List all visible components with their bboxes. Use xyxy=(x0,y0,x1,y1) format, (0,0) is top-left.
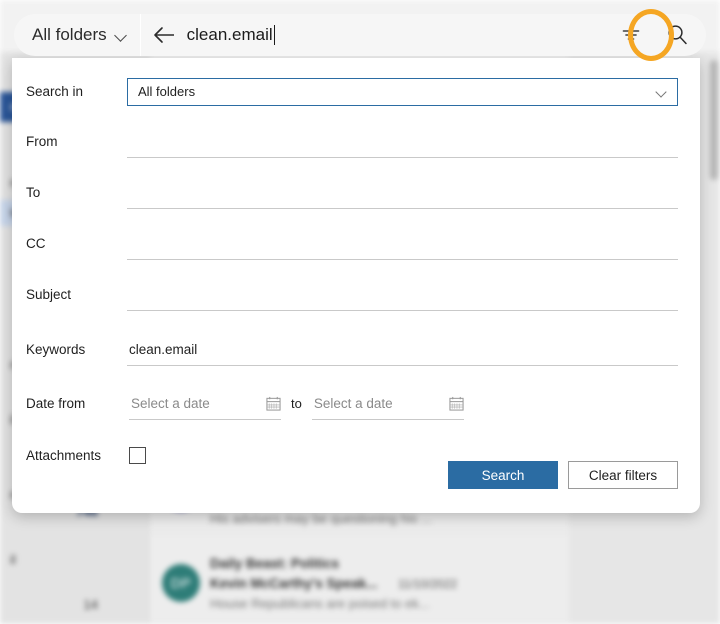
search-input[interactable]: clean.email xyxy=(187,14,610,56)
search-in-dropdown[interactable]: All folders xyxy=(127,77,678,106)
date-from-placeholder-text: Select a date xyxy=(131,395,210,411)
to-label: To xyxy=(26,185,41,200)
cc-label: CC xyxy=(26,236,46,251)
row-cc: CC xyxy=(12,218,700,269)
subject-label: Subject xyxy=(26,287,72,302)
text-caret xyxy=(273,25,276,45)
from-label: From xyxy=(26,134,58,149)
sidebar-item-5: il xyxy=(10,552,16,567)
folder-scope-label: All folders xyxy=(32,25,107,44)
attachments-label: Attachments xyxy=(26,448,102,463)
keywords-input[interactable] xyxy=(127,333,678,366)
chevron-down-icon xyxy=(115,31,128,39)
mail-preview: House Republicans are poised to ek... xyxy=(210,596,430,611)
mail-subject: Kevin McCarthy's Speak... xyxy=(210,576,378,591)
folder-scope-dropdown[interactable]: All folders xyxy=(14,14,140,56)
from-input[interactable] xyxy=(127,125,678,158)
calendar-icon[interactable] xyxy=(266,396,281,411)
date-to-field[interactable]: Select a date xyxy=(311,387,464,420)
attachments-checkbox[interactable] xyxy=(129,447,146,464)
avatar: DP xyxy=(162,564,200,602)
date-from-field[interactable]: Select a date xyxy=(129,387,281,420)
search-query-text: clean.email xyxy=(186,25,273,44)
search-bar: All folders clean.email xyxy=(14,14,706,56)
calendar-icon[interactable] xyxy=(449,396,464,411)
row-subject: Subject xyxy=(12,269,700,320)
cc-input[interactable] xyxy=(127,227,678,260)
row-keywords: Keywords xyxy=(12,324,700,375)
search-in-value: All folders xyxy=(138,84,196,99)
row-to: To xyxy=(12,167,700,218)
panel-action-buttons: Search Clear filters xyxy=(448,461,678,489)
clear-filters-button[interactable]: Clear filters xyxy=(568,461,678,489)
date-from-label: Date from xyxy=(26,396,86,411)
subject-input[interactable] xyxy=(127,278,678,311)
date-to-placeholder-text: Select a date xyxy=(313,395,393,411)
mail-sender: Daily Beast: Politics xyxy=(210,556,340,571)
advanced-search-panel: Search in All folders From To CC Subject xyxy=(12,58,700,513)
sidebar-count-bottom: 14 xyxy=(83,597,98,612)
background-mail-row-1: DP Daily Beast: Politics Kevin McCarthy'… xyxy=(148,546,568,624)
row-date: Date from Select a date to Select a date xyxy=(12,378,700,429)
row-search-in: Search in All folders xyxy=(12,66,700,117)
search-button[interactable]: Search xyxy=(448,461,558,489)
chevron-down-icon xyxy=(656,88,667,95)
mail-date: 11/10/2022 xyxy=(398,577,458,591)
date-range-separator: to xyxy=(291,396,302,411)
row-from: From xyxy=(12,116,700,167)
scrollbar-thumb[interactable] xyxy=(710,60,718,180)
mail-preview: His advisers may be questioning his ... xyxy=(210,511,432,526)
keywords-label: Keywords xyxy=(26,342,86,357)
filter-icon[interactable] xyxy=(610,14,652,56)
search-icon[interactable] xyxy=(656,14,698,56)
to-input[interactable] xyxy=(127,176,678,209)
back-arrow-icon[interactable] xyxy=(141,14,187,56)
search-in-label: Search in xyxy=(26,84,84,99)
